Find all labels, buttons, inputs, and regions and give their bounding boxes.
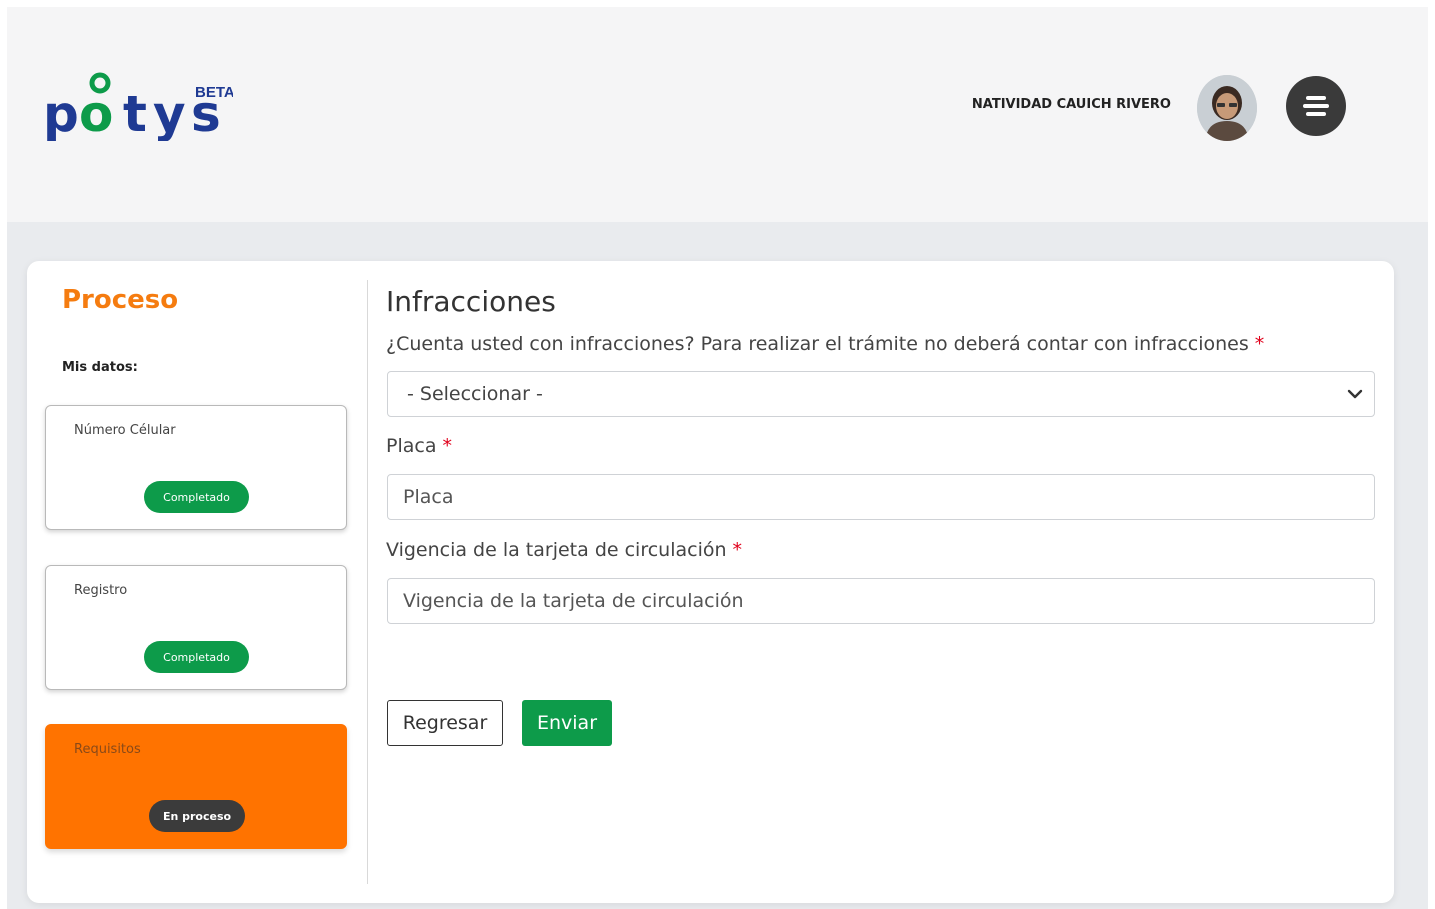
chevron-down-icon: [1347, 389, 1363, 399]
step-card-requisitos[interactable]: Requisitos En proceso: [45, 724, 347, 849]
placa-placeholder: Placa: [403, 486, 454, 508]
status-badge: En proceso: [149, 800, 245, 832]
step-card-numero-celular[interactable]: Número Célular Completado: [45, 405, 347, 530]
infracciones-question-label: ¿Cuenta usted con infracciones? Para rea…: [386, 333, 1265, 355]
menu-button[interactable]: [1286, 76, 1346, 136]
step-label: Registro: [74, 583, 128, 598]
placa-input[interactable]: Placa: [387, 474, 1375, 520]
user-name: NATIVIDAD CAUICH RIVERO: [971, 97, 1171, 112]
avatar-image: [1197, 75, 1257, 141]
process-card: Proceso Mis datos: Número Célular Comple…: [27, 261, 1394, 903]
user-avatar[interactable]: [1197, 75, 1257, 141]
placa-label: Placa *: [386, 435, 452, 457]
back-button[interactable]: Regresar: [387, 700, 503, 746]
status-badge: Completado: [144, 641, 249, 673]
required-mark: *: [442, 435, 452, 457]
my-data-label: Mis datos:: [62, 360, 138, 375]
status-badge: Completado: [144, 481, 249, 513]
step-label: Número Célular: [74, 423, 176, 438]
required-mark: *: [732, 539, 743, 561]
form-title: Infracciones: [386, 285, 556, 318]
svg-text:y: y: [153, 85, 186, 141]
app-frame: BETA p o t y s NATIVIDAD CAUICH RIVERO P…: [7, 7, 1428, 909]
send-button[interactable]: Enviar: [522, 700, 612, 746]
infracciones-select[interactable]: - Seleccionar -: [387, 371, 1375, 417]
vigencia-placeholder: Vigencia de la tarjeta de circulación: [403, 590, 744, 612]
column-divider: [367, 280, 368, 884]
potys-logo[interactable]: BETA p o t y s: [43, 71, 233, 141]
required-mark: *: [1254, 333, 1265, 355]
top-header: BETA p o t y s NATIVIDAD CAUICH RIVERO: [7, 7, 1428, 222]
step-card-registro[interactable]: Registro Completado: [45, 565, 347, 690]
vigencia-input[interactable]: Vigencia de la tarjeta de circulación: [387, 578, 1375, 624]
vigencia-label: Vigencia de la tarjeta de circulación *: [386, 539, 743, 561]
svg-text:s: s: [191, 85, 221, 141]
process-title: Proceso: [62, 285, 179, 315]
svg-text:p: p: [43, 85, 80, 141]
svg-text:t: t: [123, 85, 147, 141]
hamburger-icon: [1303, 96, 1329, 116]
svg-text:o: o: [79, 85, 113, 141]
step-label: Requisitos: [74, 742, 141, 757]
select-value: - Seleccionar -: [407, 383, 543, 405]
